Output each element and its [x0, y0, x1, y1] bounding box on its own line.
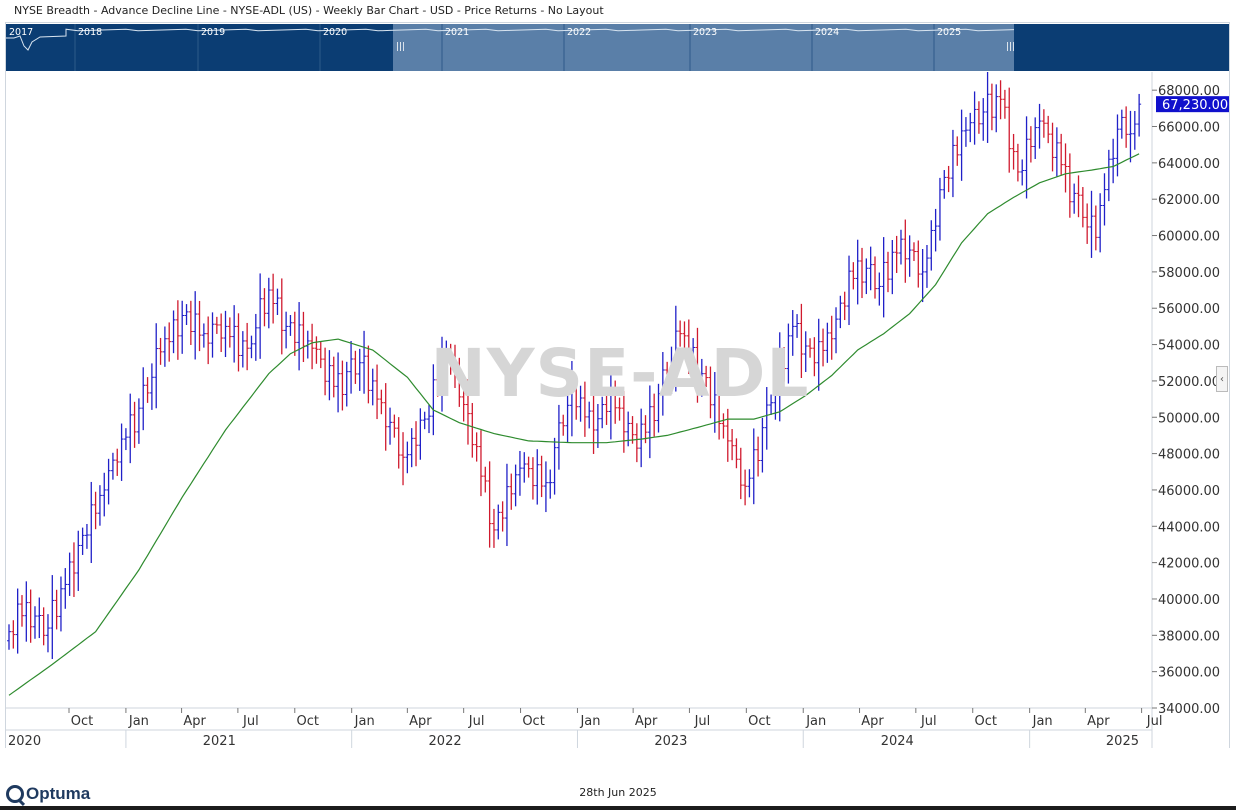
- x-tick-label: Jul: [242, 714, 259, 729]
- x-year-label: 2022: [429, 734, 462, 748]
- symbol-watermark: NYSE-ADL: [430, 335, 810, 412]
- last-price-marker: 67,230.00: [1156, 96, 1229, 113]
- y-tick-label: 48000.00: [1158, 448, 1220, 463]
- y-tick-label: 58000.00: [1158, 266, 1220, 281]
- y-tick-label: 56000.00: [1158, 302, 1220, 317]
- x-tick-label: Jan: [128, 714, 149, 729]
- footer-date: 28th Jun 2025: [579, 786, 657, 799]
- y-tick-label: 66000.00: [1158, 121, 1220, 136]
- x-tick-label: Oct: [522, 714, 544, 729]
- x-tick-label: Jul: [1146, 714, 1163, 729]
- y-tick-label: 50000.00: [1158, 411, 1220, 426]
- y-tick-label: 44000.00: [1158, 520, 1220, 535]
- x-tick-label: Oct: [297, 714, 319, 729]
- chart-scroll-handle[interactable]: ‹: [1216, 366, 1228, 392]
- x-tick-label: Apr: [183, 714, 206, 729]
- x-tick-label: Oct: [71, 714, 93, 729]
- x-year-label: 2020: [8, 734, 41, 748]
- y-tick-label: 42000.00: [1158, 557, 1220, 572]
- y-tick-label: 46000.00: [1158, 484, 1220, 499]
- y-tick-label: 64000.00: [1158, 157, 1220, 172]
- x-tick-label: Apr: [635, 714, 658, 729]
- y-tick-label: 34000.00: [1158, 702, 1220, 717]
- x-tick-label: Oct: [974, 714, 996, 729]
- bottom-border: [0, 806, 1236, 810]
- x-tick-label: Jan: [354, 714, 375, 729]
- x-tick-label: Jan: [805, 714, 826, 729]
- x-tick-label: Jul: [920, 714, 937, 729]
- x-year-label: 2023: [654, 734, 687, 748]
- y-tick-label: 36000.00: [1158, 666, 1220, 681]
- overview-year-label: 2023: [693, 27, 717, 38]
- x-tick-label: Oct: [748, 714, 770, 729]
- overview-year-label: 2017: [9, 27, 33, 38]
- y-tick-label: 54000.00: [1158, 339, 1220, 354]
- x-tick-label: Apr: [861, 714, 884, 729]
- x-tick-label: Jan: [579, 714, 600, 729]
- y-tick-label: 40000.00: [1158, 593, 1220, 608]
- x-tick-label: Apr: [409, 714, 432, 729]
- y-tick-label: 62000.00: [1158, 193, 1220, 208]
- x-tick-label: Jul: [468, 714, 485, 729]
- overview-window-right-handle[interactable]: |||: [1006, 42, 1015, 52]
- y-tick-label: 60000.00: [1158, 230, 1220, 245]
- x-tick-label: Apr: [1087, 714, 1110, 729]
- overview-year-label: 2019: [201, 27, 225, 38]
- y-tick-label: 38000.00: [1158, 629, 1220, 644]
- overview-year-label: 2021: [445, 27, 469, 38]
- overview-year-label: 2024: [815, 27, 839, 38]
- overview-navigator[interactable]: ||| ||| 2017 2018 2019 2020 2021 2022 2023 2024…: [6, 24, 1229, 71]
- x-tick-label: Jul: [694, 714, 711, 729]
- x-year-label: 2021: [203, 734, 236, 748]
- overview-year-label: 2025: [937, 27, 961, 38]
- overview-year-label: 2018: [78, 27, 102, 38]
- x-tick-label: Jan: [1032, 714, 1053, 729]
- chart-title: NYSE Breadth - Advance Decline Line - NY…: [14, 4, 604, 17]
- overview-window-left-handle[interactable]: |||: [396, 42, 405, 52]
- overview-year-label: 2022: [567, 27, 591, 38]
- last-price-label: 67,230.00: [1162, 98, 1228, 113]
- x-year-label: 2025: [1106, 734, 1139, 748]
- x-year-label: 2024: [881, 734, 914, 748]
- y-tick-label: 52000.00: [1158, 375, 1220, 390]
- overview-year-label: 2020: [323, 27, 347, 38]
